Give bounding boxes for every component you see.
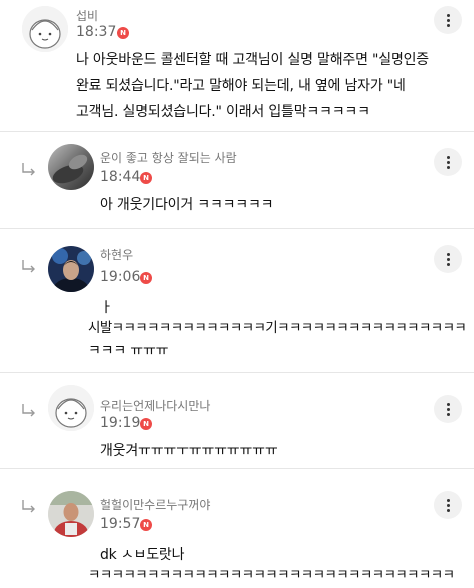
avatar[interactable] bbox=[48, 246, 94, 292]
more-options-button[interactable] bbox=[434, 245, 462, 273]
new-badge: N bbox=[140, 519, 152, 531]
avatar[interactable] bbox=[48, 144, 94, 190]
comment-time: 19:06 bbox=[100, 269, 141, 285]
comment-author[interactable]: 운이 좋고 항상 잘되는 사람 bbox=[100, 149, 237, 166]
photo-avatar-icon bbox=[48, 246, 94, 292]
comment-text-line: ㅋㅋㅋㅋㅋㅋㅋㅋㅋㅋㅋㅋㅋㅋㅋㅋㅋㅋㅋㅋㅋㅋㅋㅋㅋㅋㅋㅋㅋㅋㅋ bbox=[88, 567, 455, 583]
more-options-button[interactable] bbox=[434, 395, 462, 423]
avatar[interactable] bbox=[48, 385, 94, 431]
reply-arrow-icon bbox=[22, 404, 35, 417]
more-dots-icon bbox=[446, 498, 450, 502]
comment-time: 19:57 bbox=[100, 516, 141, 532]
new-badge: N bbox=[140, 172, 152, 184]
photo-avatar-icon bbox=[48, 491, 94, 537]
avatar[interactable] bbox=[48, 491, 94, 537]
photo-avatar-icon bbox=[48, 144, 94, 190]
comment-author[interactable]: 섭비 bbox=[76, 7, 98, 24]
reply-item: 운이 좋고 항상 잘되는 사람 18:44 N 아 개웃기다이거 ㅋㅋㅋㅋㅋㅋ bbox=[0, 132, 474, 228]
comment-text-line: 개웃겨ㅠㅠㅠㅜㅠㅠㅠㅠㅠㅠㅠ bbox=[100, 443, 278, 459]
reply-arrow-icon bbox=[22, 163, 35, 176]
comment-text-line: 아 개웃기다이거 ㅋㅋㅋㅋㅋㅋ bbox=[100, 197, 274, 213]
character-avatar-icon bbox=[22, 6, 68, 52]
reply-arrow-icon bbox=[22, 260, 35, 273]
reply-item: 하현우 19:06 N ㅏ 시발ㅋㅋㅋㅋㅋㅋㅋㅋㅋㅋㅋㅋㅋ기ㅋㅋㅋㅋㅋㅋㅋㅋㅋㅋ… bbox=[0, 229, 474, 372]
more-dots-icon bbox=[446, 402, 450, 406]
comment-item: 섭비 18:37 N 나 아웃바운드 콜센터할 때 고객님이 실명 말해주면 "… bbox=[0, 0, 474, 142]
more-dots-icon bbox=[446, 252, 450, 256]
character-avatar-icon bbox=[48, 385, 94, 431]
comment-time: 18:44 bbox=[100, 169, 141, 185]
more-dots-icon bbox=[446, 155, 450, 159]
new-badge: N bbox=[140, 418, 152, 430]
reply-arrow-icon bbox=[22, 500, 35, 513]
more-options-button[interactable] bbox=[434, 491, 462, 519]
comment-time: 19:19 bbox=[100, 415, 141, 431]
reply-item: 우리는언제나다시만나 19:19 N 개웃겨ㅠㅠㅠㅜㅠㅠㅠㅠㅠㅠㅠ bbox=[0, 373, 474, 468]
comment-text-line: 나 아웃바운드 콜센터할 때 고객님이 실명 말해주면 "실명인증 bbox=[76, 52, 429, 68]
more-dots-icon bbox=[446, 13, 450, 17]
comment-author[interactable]: 헐헐이만수르누구꺼야 bbox=[100, 496, 210, 513]
new-badge: N bbox=[117, 27, 129, 39]
comment-text-line: 고객님. 실명되셨습니다." 이래서 입틀막ㅋㅋㅋㅋㅋ bbox=[76, 104, 370, 120]
comment-text-line: ㅋㅋㅋ ㅠㅠㅠ bbox=[88, 343, 169, 359]
reply-item: 헐헐이만수르누구꺼야 19:57 N dk ㅅㅂ도랏나 ㅋㅋㅋㅋㅋㅋㅋㅋㅋㅋㅋㅋ… bbox=[0, 469, 474, 587]
avatar[interactable] bbox=[22, 6, 68, 52]
comment-author[interactable]: 하현우 bbox=[100, 246, 133, 263]
comment-time: 18:37 bbox=[76, 24, 117, 40]
more-options-button[interactable] bbox=[434, 148, 462, 176]
more-options-button[interactable] bbox=[434, 6, 462, 34]
comment-text-line: 완료 되셨습니다."라고 말해야 되는데, 내 옆에 남자가 "네 bbox=[76, 78, 406, 94]
comment-author[interactable]: 우리는언제나다시만나 bbox=[100, 397, 210, 414]
new-badge: N bbox=[140, 272, 152, 284]
